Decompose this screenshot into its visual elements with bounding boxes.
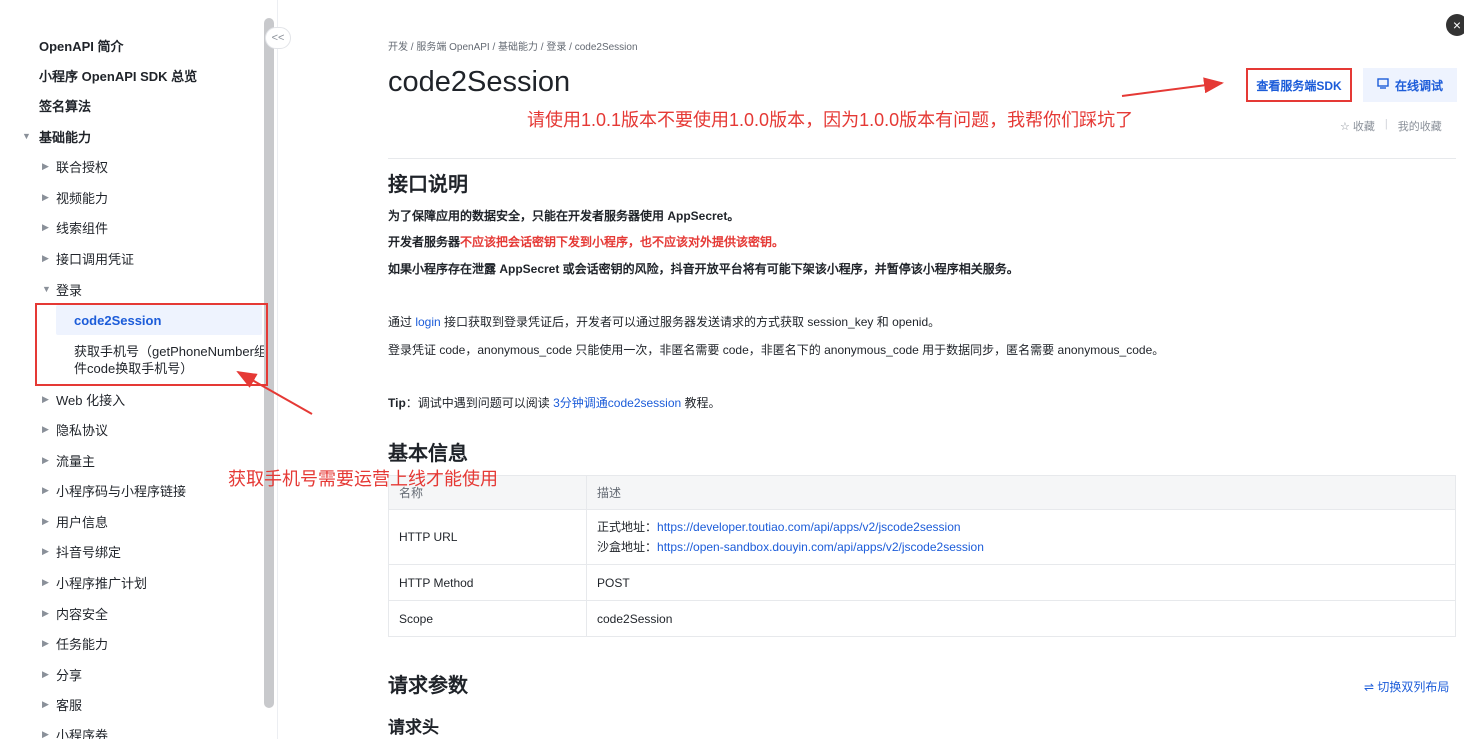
annotation-arrows [236,77,1224,415]
collapse-sidebar-button[interactable]: << [265,27,291,49]
arrow-to-sdk-button [1121,77,1224,97]
arrow-to-phone-item [236,371,313,415]
